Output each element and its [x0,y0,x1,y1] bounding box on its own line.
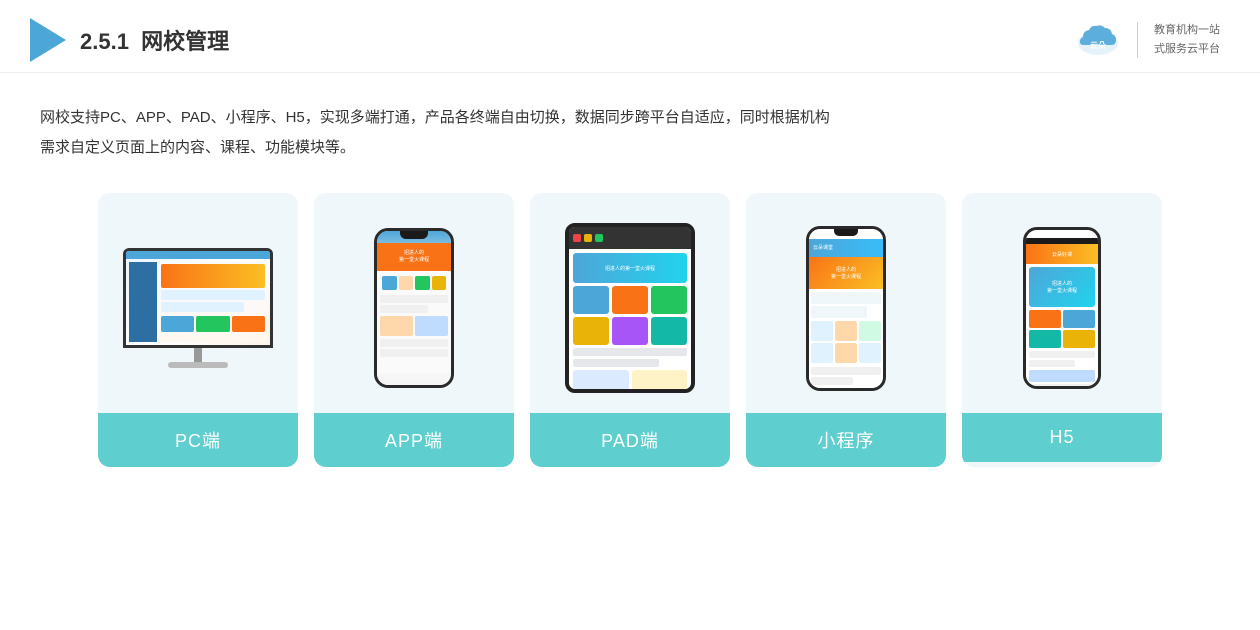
grid-item-1 [382,276,397,290]
description-line2: 需求自定义页面上的内容、课程、功能模块等。 [40,133,1220,163]
card-app-image: 招进人的第一堂火课程 [314,193,514,413]
h5-tile-4 [1063,330,1095,348]
logo-slogan-line1: 教育机构一站 [1154,21,1220,40]
tablet-btn-2 [584,234,592,242]
card-app: 招进人的第一堂火课程 [314,193,514,467]
phone-content [377,271,451,373]
grid-item-4 [432,276,447,290]
page-wrapper: 2.5.1 网校管理 云朵 教育机构一站 式服务云平台 网校支持PC、APP、P… [0,0,1260,630]
pc-screen [126,251,270,345]
card-miniapp-label: 小程序 [746,413,946,467]
card-pad-image: 招进人的第一堂火课程 [530,193,730,413]
miniapp-cell-4 [811,343,833,363]
header-left: 2.5.1 网校管理 [30,18,229,62]
h5-tile-2 [1063,310,1095,328]
miniapp-cell-1 [811,321,833,341]
miniapp-cell-2 [835,321,857,341]
miniapp-cell-6 [859,343,881,363]
h5-tiles [1029,310,1095,348]
section-number: 2.5.1 [80,29,129,54]
tablet-btn-1 [573,234,581,242]
card-pc-image [98,193,298,413]
grid-item-3 [415,276,430,290]
phone-screen: 招进人的第一堂火课程 [377,231,451,385]
pc-base [168,362,228,368]
page-title: 2.5.1 网校管理 [80,24,229,56]
tablet-btn-3 [595,234,603,242]
tablet-tile-5 [612,317,648,345]
tablet-tile-3 [651,286,687,314]
phone-screen-inner: 招进人的第一堂火课程 [377,243,451,373]
card-pc: PC端 [98,193,298,467]
description-block: 网校支持PC、APP、PAD、小程序、H5，实现多端打通，产品各终端自由切换，数… [0,73,1260,173]
header: 2.5.1 网校管理 云朵 教育机构一站 式服务云平台 [0,0,1260,73]
miniapp-notch [834,229,858,236]
card-pad-label: PAD端 [530,413,730,467]
tablet-tile-6 [651,317,687,345]
logo-slogan-line2: 式服务云平台 [1154,40,1220,59]
miniapp-grid [811,321,881,363]
card-miniapp: 云朵课堂 招进人的第一堂火课程 [746,193,946,467]
card-h5: 云朵好课 招进人的第一堂火课程 [962,193,1162,467]
card-h5-image: 云朵好课 招进人的第一堂火课程 [962,193,1162,413]
card-h5-label: H5 [962,413,1162,462]
tablet-tile-4 [573,317,609,345]
miniapp-body [809,289,883,391]
tablet-mockup: 招进人的第一堂火课程 [565,223,695,393]
logo-divider [1137,22,1138,58]
tablet-screen: 招进人的第一堂火课程 [569,227,691,389]
h5-tile-1 [1029,310,1061,328]
logo-triangle-icon [30,18,66,62]
brand-logo: 云朵 教育机构一站 式服务云平台 [1075,21,1220,59]
card-pad: 招进人的第一堂火课程 [530,193,730,467]
pc-screen-topbar [126,251,270,259]
card-miniapp-image: 云朵课堂 招进人的第一堂火课程 [746,193,946,413]
miniapp-row-2 [811,306,867,318]
card-app-label: APP端 [314,413,514,467]
pc-main [159,262,267,342]
tablet-tile-1 [573,286,609,314]
cloud-logo-icon: 云朵 [1075,21,1121,59]
title-bold: 网校管理 [141,29,229,54]
miniapp-cell-3 [859,321,881,341]
svg-text:云朵: 云朵 [1090,40,1106,50]
miniapp-phone-mockup: 云朵课堂 招进人的第一堂火课程 [806,226,886,391]
miniapp-cell-5 [835,343,857,363]
h5-content: 招进人的第一堂火课程 [1026,264,1098,389]
logo-slogan: 教育机构一站 式服务云平台 [1154,21,1220,58]
phone-grid [380,274,448,292]
grid-item-2 [399,276,414,290]
pc-stand [194,348,202,362]
h5-phone-mockup: 云朵好课 招进人的第一堂火课程 [1023,227,1101,389]
pc-device-mockup [123,248,273,368]
tablet-content: 招进人的第一堂火课程 [569,249,691,389]
card-pc-label: PC端 [98,413,298,467]
pc-screen-content [126,259,270,345]
cards-section: PC端 招进人的第一堂火课程 [0,173,1260,497]
pc-sidebar [129,262,157,342]
h5-top-bar: 云朵好课 [1026,244,1098,264]
phone-notch [400,231,428,239]
app-phone-mockup: 招进人的第一堂火课程 [374,228,454,388]
miniapp-header: 云朵课堂 [809,239,883,257]
tablet-tile-2 [612,286,648,314]
h5-tile-3 [1029,330,1061,348]
h5-screen: 云朵好课 招进人的第一堂火课程 [1026,230,1098,386]
miniapp-row-1 [811,292,881,304]
h5-banner: 招进人的第一堂火课程 [1029,267,1095,307]
description-line1: 网校支持PC、APP、PAD、小程序、H5，实现多端打通，产品各终端自由切换，数… [40,103,1220,133]
phone-top-bar: 招进人的第一堂火课程 [377,243,451,271]
miniapp-screen: 云朵课堂 招进人的第一堂火课程 [809,229,883,388]
tablet-top-bar [569,227,691,249]
pc-monitor [123,248,273,348]
